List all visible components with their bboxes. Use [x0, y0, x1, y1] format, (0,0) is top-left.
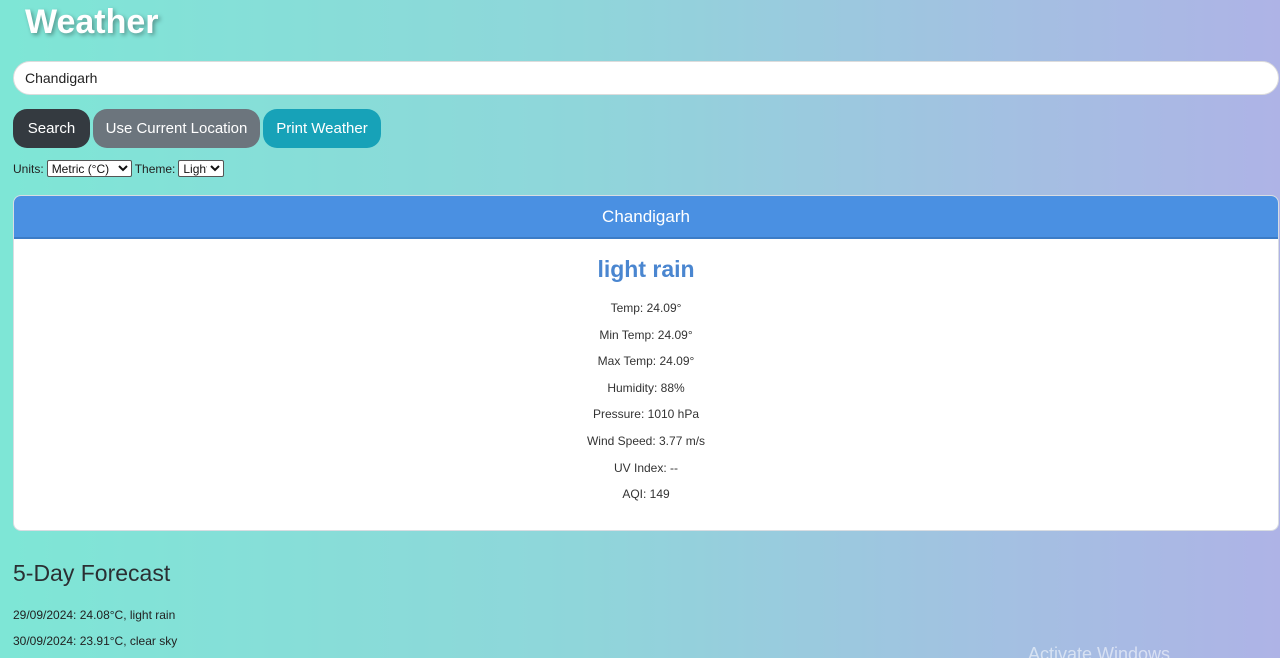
activate-windows-watermark: Activate Windows — [1028, 644, 1171, 658]
stat-min-temp: Min Temp: 24.09° — [599, 327, 693, 342]
forecast-item: 30/09/2024: 23.91°C, clear sky — [13, 634, 178, 648]
units-label: Units: — [13, 161, 44, 176]
city-search-input[interactable] — [13, 61, 1279, 95]
use-current-location-button[interactable]: Use Current Location — [93, 109, 260, 148]
card-body: light rain Temp: 24.09° Min Temp: 24.09°… — [14, 239, 1278, 508]
theme-select[interactable]: Light — [178, 160, 225, 177]
settings-controls: Units: Metric (°C) Theme: Light — [13, 160, 227, 177]
theme-label: Theme: — [134, 161, 176, 176]
forecast-item: 29/09/2024: 24.08°C, light rain — [13, 608, 176, 622]
stat-pressure: Pressure: 1010 hPa — [592, 407, 700, 422]
current-weather-card: Chandigarh light rain Temp: 24.09° Min T… — [13, 195, 1279, 531]
stat-uv-index: UV Index: -- — [613, 460, 679, 475]
stat-wind-speed: Wind Speed: 3.77 m/s — [586, 433, 706, 448]
units-select[interactable]: Metric (°C) — [46, 160, 132, 177]
card-header-city: Chandigarh — [14, 196, 1278, 239]
weather-description: light rain — [597, 256, 695, 282]
stat-temp: Temp: 24.09° — [610, 301, 682, 315]
stat-aqi: AQI: 149 — [622, 487, 670, 502]
app-title: Weather — [25, 3, 159, 41]
stat-max-temp: Max Temp: 24.09° — [597, 354, 695, 369]
print-weather-button[interactable]: Print Weather — [263, 109, 381, 148]
forecast-title: 5-Day Forecast — [13, 560, 171, 586]
stat-humidity: Humidity: 88% — [607, 380, 685, 395]
search-button[interactable]: Search — [13, 109, 90, 148]
